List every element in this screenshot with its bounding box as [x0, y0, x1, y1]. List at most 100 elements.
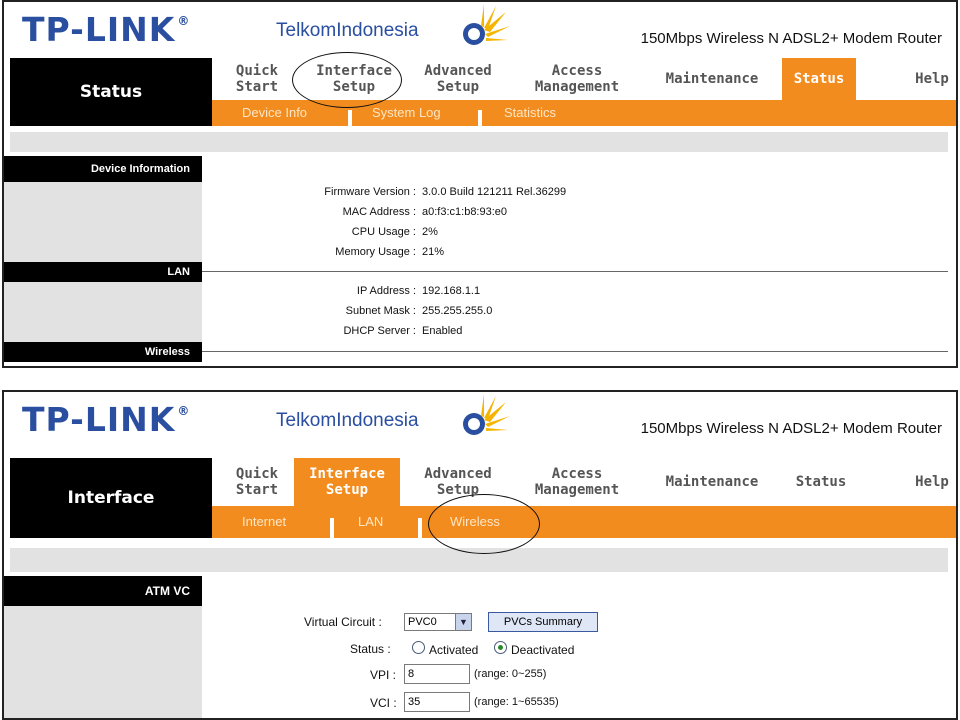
page-section-title: Status	[10, 58, 212, 126]
pvcs-summary-button[interactable]: PVCs Summary	[488, 612, 598, 632]
highlight-circle	[292, 52, 402, 108]
info-label: MAC Address :	[342, 206, 416, 218]
subtab-statistics[interactable]: Statistics	[504, 100, 556, 126]
section-atm-vc: ATM VC	[4, 576, 202, 606]
highlight-circle	[428, 494, 540, 554]
tab-interface-setup-line2: Setup	[325, 482, 369, 498]
tab-advanced-setup[interactable]: Advanced Setup	[408, 58, 508, 100]
tab-quick-start[interactable]: Quick Start	[222, 458, 292, 506]
tab-interface-setup[interactable]: Interface Setup	[294, 458, 400, 506]
tab-access-management-line1: Access	[551, 466, 603, 482]
tab-access-management-line2: Management	[534, 79, 620, 95]
vpi-label: VPI :	[370, 668, 397, 682]
info-value: 192.168.1.1	[422, 285, 481, 297]
telkom-indonesia-logo: TelkomIndonesia	[276, 20, 419, 42]
info-value: 21%	[422, 246, 445, 258]
tp-link-logo: TP-LINK ®	[22, 10, 190, 49]
interface-page-screenshot: TP-LINK ® TelkomIndonesia 150Mbps Wireles…	[2, 390, 958, 720]
tab-maintenance[interactable]: Maintenance	[656, 458, 768, 506]
status-label: Status :	[350, 642, 391, 656]
tab-access-management[interactable]: Access Management	[520, 458, 634, 506]
left-panel	[4, 606, 202, 718]
tab-quick-start[interactable]: Quick Start	[222, 58, 292, 100]
vci-input[interactable]: 35	[404, 692, 470, 712]
info-value: a0:f3:c1:b8:93:e0	[422, 206, 508, 218]
telkom-indonesia-logo: TelkomIndonesia	[276, 410, 419, 432]
left-panel	[4, 182, 202, 262]
subtab-separator	[418, 518, 422, 538]
info-label: Memory Usage :	[335, 246, 416, 258]
section-device-information: Device Information	[4, 156, 202, 182]
info-value: 255.255.255.0	[422, 305, 493, 317]
tab-advanced-setup-line2: Setup	[436, 79, 480, 95]
info-label: IP Address :	[356, 285, 416, 297]
tab-status-label: Status	[793, 71, 845, 87]
telkom-sun-icon	[463, 394, 510, 435]
tab-help-label: Help	[915, 71, 949, 87]
tab-quick-start-line1: Quick	[235, 466, 279, 482]
partner-text-a: Telkom	[276, 410, 337, 431]
info-value: 3.0.0 Build 121211 Rel.36299	[422, 186, 567, 198]
tab-help[interactable]: Help	[904, 58, 956, 100]
vci-range: (range: 1~65535)	[474, 696, 559, 708]
main-nav: Status Quick Start Interface Setup Advance…	[10, 58, 956, 126]
tab-access-management-line2: Management	[534, 482, 620, 498]
page-section-title: Interface	[10, 458, 212, 538]
virtual-circuit-select[interactable]: PVC0 ▼	[404, 613, 472, 631]
section-wireless: Wireless	[4, 342, 202, 362]
status-activated-radio[interactable]	[412, 641, 425, 654]
registered-mark: ®	[177, 14, 191, 28]
status-page-screenshot: TP-LINK ® TelkomIndonesia 150Mbps Wireles…	[2, 0, 958, 368]
vpi-input[interactable]: 8	[404, 664, 470, 684]
status-deactivated-label: Deactivated	[511, 643, 575, 657]
vpi-range: (range: 0~255)	[474, 668, 547, 680]
tab-quick-start-line1: Quick	[235, 63, 279, 79]
brand-text: TP-LINK	[22, 10, 176, 49]
status-activated-label: Activated	[429, 643, 479, 657]
product-name: 150Mbps Wireless N ADSL2+ Modem Router	[640, 420, 942, 437]
partner-text-b: Indonesia	[336, 410, 419, 431]
section-lan: LAN	[4, 262, 202, 282]
subtab-system-log[interactable]: System Log	[372, 100, 441, 126]
vci-label: VCI :	[370, 696, 397, 710]
virtual-circuit-value: PVC0	[408, 616, 437, 628]
status-deactivated-radio[interactable]	[494, 641, 507, 654]
info-label: CPU Usage :	[351, 226, 416, 238]
tab-help[interactable]: Help	[904, 458, 956, 506]
tab-status-label: Status	[795, 474, 847, 490]
subtab-separator	[330, 518, 334, 538]
tab-status[interactable]: Status	[786, 458, 856, 506]
tab-status[interactable]: Status	[782, 58, 856, 100]
info-label: DHCP Server :	[343, 325, 416, 337]
subtab-internet[interactable]: Internet	[242, 506, 286, 538]
section-divider	[202, 271, 948, 272]
subtab-lan[interactable]: LAN	[358, 506, 383, 538]
tp-link-logo: TP-LINK ®	[22, 400, 190, 439]
info-label: Subnet Mask :	[345, 305, 416, 317]
info-value: 2%	[422, 226, 438, 238]
subtab-separator	[478, 110, 482, 126]
tab-access-management[interactable]: Access Management	[520, 58, 634, 100]
content-top-strip	[10, 132, 948, 152]
telkom-sun-icon	[463, 4, 510, 45]
subtab-separator	[348, 110, 352, 126]
tab-quick-start-line2: Start	[235, 79, 279, 95]
tab-advanced-setup-line1: Advanced	[424, 466, 492, 482]
info-value: Enabled	[422, 325, 463, 337]
tab-quick-start-line2: Start	[235, 482, 279, 498]
tab-maintenance-label: Maintenance	[665, 71, 759, 87]
partner-text-b: Indonesia	[336, 20, 419, 41]
registered-mark: ®	[177, 404, 191, 418]
tab-maintenance[interactable]: Maintenance	[656, 58, 768, 100]
virtual-circuit-label: Virtual Circuit :	[304, 615, 382, 629]
subtab-device-info[interactable]: Device Info	[242, 100, 307, 126]
sub-nav: Internet LAN Wireless	[212, 506, 956, 538]
partner-text-a: Telkom	[276, 20, 337, 41]
section-divider	[202, 351, 948, 352]
tab-advanced-setup-line1: Advanced	[424, 63, 492, 79]
nav-tabs: Quick Start Interface Setup Advanced Setup …	[212, 458, 956, 506]
left-panel	[4, 282, 202, 342]
tab-access-management-line1: Access	[551, 63, 603, 79]
chevron-down-icon: ▼	[455, 614, 471, 630]
tab-help-label: Help	[915, 474, 949, 490]
